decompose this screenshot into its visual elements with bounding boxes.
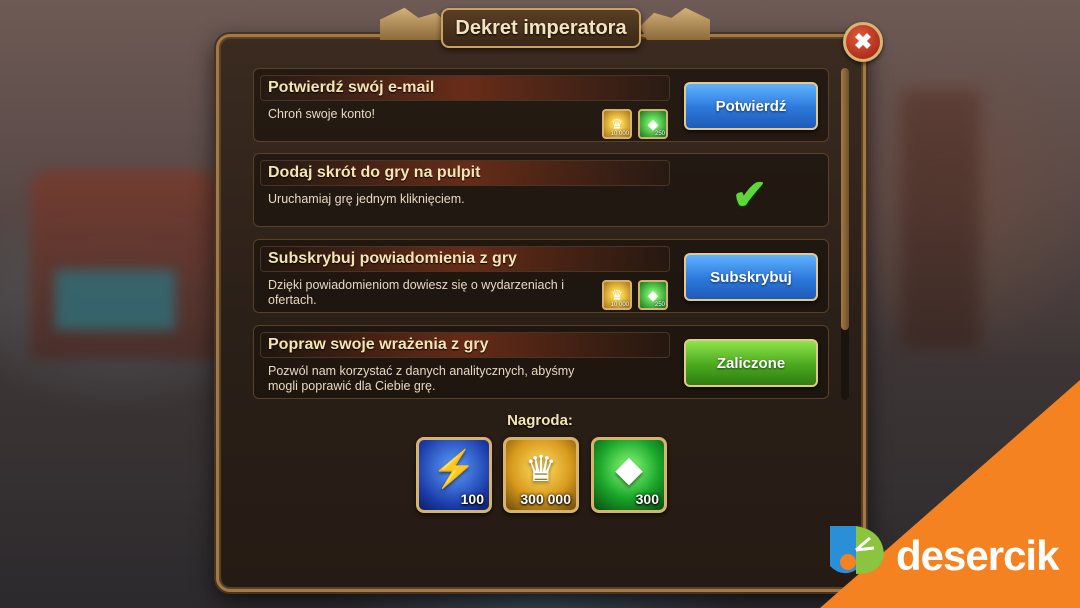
crown-coin-icon: ♛ — [610, 286, 624, 303]
lightning-icon: ⚡ — [431, 448, 477, 489]
emerald-icon: ◆ — [647, 115, 659, 132]
reward-label: Nagroda: — [507, 412, 573, 429]
subscribe-button[interactable]: Subskrybuj — [684, 253, 818, 301]
task-title: Subskrybuj powiadomienia z gry — [268, 250, 517, 267]
close-icon: ✖ — [853, 29, 873, 54]
scrollbar-thumb[interactable] — [841, 68, 849, 330]
mini-reward-gem: ◆ 250 — [638, 109, 668, 139]
desercik-logo-icon — [830, 526, 884, 574]
mini-reward-amount: 10 000 — [610, 131, 629, 137]
mini-reward-gold: ♛ 10 000 — [602, 109, 632, 139]
task-analytics: Popraw swoje wrażenia z gry Pozwól nam k… — [253, 325, 829, 399]
background-tower — [900, 90, 980, 350]
task-description: Dzięki powiadomieniom dowiesz się o wyda… — [268, 278, 564, 307]
task-title: Potwierdź swój e-mail — [268, 79, 435, 96]
task-list-scrollbar[interactable] — [841, 68, 849, 400]
dialog-title: Dekret imperatora — [455, 16, 627, 39]
reward-gem: ◆ 300 — [591, 437, 667, 513]
emerald-icon: ◆ — [615, 448, 643, 489]
task-title: Popraw swoje wrażenia z gry — [268, 336, 489, 353]
mini-reward-gem: ◆ 250 — [638, 280, 668, 310]
reward-gold: ♛ 300 000 — [503, 437, 579, 513]
task-desktop-shortcut: Dodaj skrót do gry na pulpit Uruchamiaj … — [253, 153, 829, 227]
reward-energy: ⚡ 100 — [416, 437, 492, 513]
task-description: Uruchamiaj grę jednym kliknięciem. — [268, 192, 465, 206]
task-confirm-email: Potwierdź swój e-mail Chroń swoje konto!… — [253, 68, 829, 142]
reward-amount: 100 — [460, 491, 484, 507]
mini-reward-amount: 250 — [654, 131, 665, 137]
completed-check-icon: ✔ — [732, 171, 768, 218]
dialog-title-plate: Dekret imperatora — [441, 8, 641, 48]
reward-amount: 300 000 — [520, 491, 571, 507]
watermark-text: desercik — [896, 532, 1059, 579]
completed-button[interactable]: Zaliczone — [684, 339, 818, 387]
task-title: Dodaj skrót do gry na pulpit — [268, 164, 481, 181]
emerald-icon: ◆ — [647, 286, 659, 303]
mini-reward-gold: ♛ 10 000 — [602, 280, 632, 310]
mini-reward-amount: 250 — [654, 302, 665, 308]
crown-coin-icon: ♛ — [610, 115, 624, 132]
task-subscribe-notifications: Subskrybuj powiadomienia z gry Dzięki po… — [253, 239, 829, 313]
confirm-email-button[interactable]: Potwierdź — [684, 82, 818, 130]
task-description: Pozwól nam korzystać z danych analityczn… — [268, 364, 575, 393]
task-description: Chroń swoje konto! — [268, 107, 376, 121]
background-building — [30, 170, 220, 360]
reward-amount: 300 — [635, 491, 659, 507]
close-button[interactable]: ✖ — [843, 22, 883, 62]
crown-coin-icon: ♛ — [524, 448, 558, 489]
background-wagon — [55, 270, 175, 330]
mini-reward-amount: 10 000 — [610, 302, 629, 308]
